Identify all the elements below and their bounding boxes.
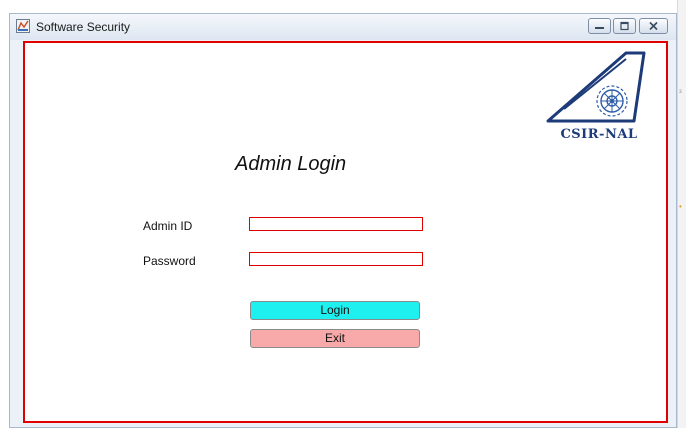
csir-nal-logo: CSIR-NAL — [542, 49, 656, 143]
screen: ³ • Software Security CSIR-NAL Admin Log… — [0, 0, 686, 428]
minimize-button[interactable] — [588, 18, 611, 34]
maximize-icon — [620, 21, 629, 31]
background-mark: ³ — [679, 88, 682, 97]
background-app-strip: ³ • — [677, 0, 686, 428]
admin-id-label: Admin ID — [143, 219, 193, 233]
exit-button[interactable]: Exit — [250, 329, 420, 348]
password-label: Password — [143, 254, 196, 268]
page-title: Admin Login — [235, 153, 347, 175]
login-panel: CSIR-NAL Admin Login Admin ID Password L… — [23, 41, 668, 423]
background-mark: • — [679, 202, 682, 211]
logo-text: CSIR-NAL — [560, 127, 638, 142]
close-icon — [649, 21, 658, 31]
csir-nal-logo-icon — [546, 51, 646, 123]
app-icon[interactable] — [16, 19, 30, 33]
minimize-icon — [595, 27, 604, 29]
admin-id-field[interactable] — [249, 217, 423, 231]
software-security-window: Software Security CSIR-NAL Admin Login A… — [9, 13, 677, 428]
close-button[interactable] — [639, 18, 668, 34]
maximize-button[interactable] — [613, 18, 636, 34]
login-button[interactable]: Login — [250, 301, 420, 320]
title-bar[interactable]: Software Security — [10, 14, 676, 40]
window-title: Software Security — [36, 20, 131, 34]
password-field[interactable] — [249, 252, 423, 266]
